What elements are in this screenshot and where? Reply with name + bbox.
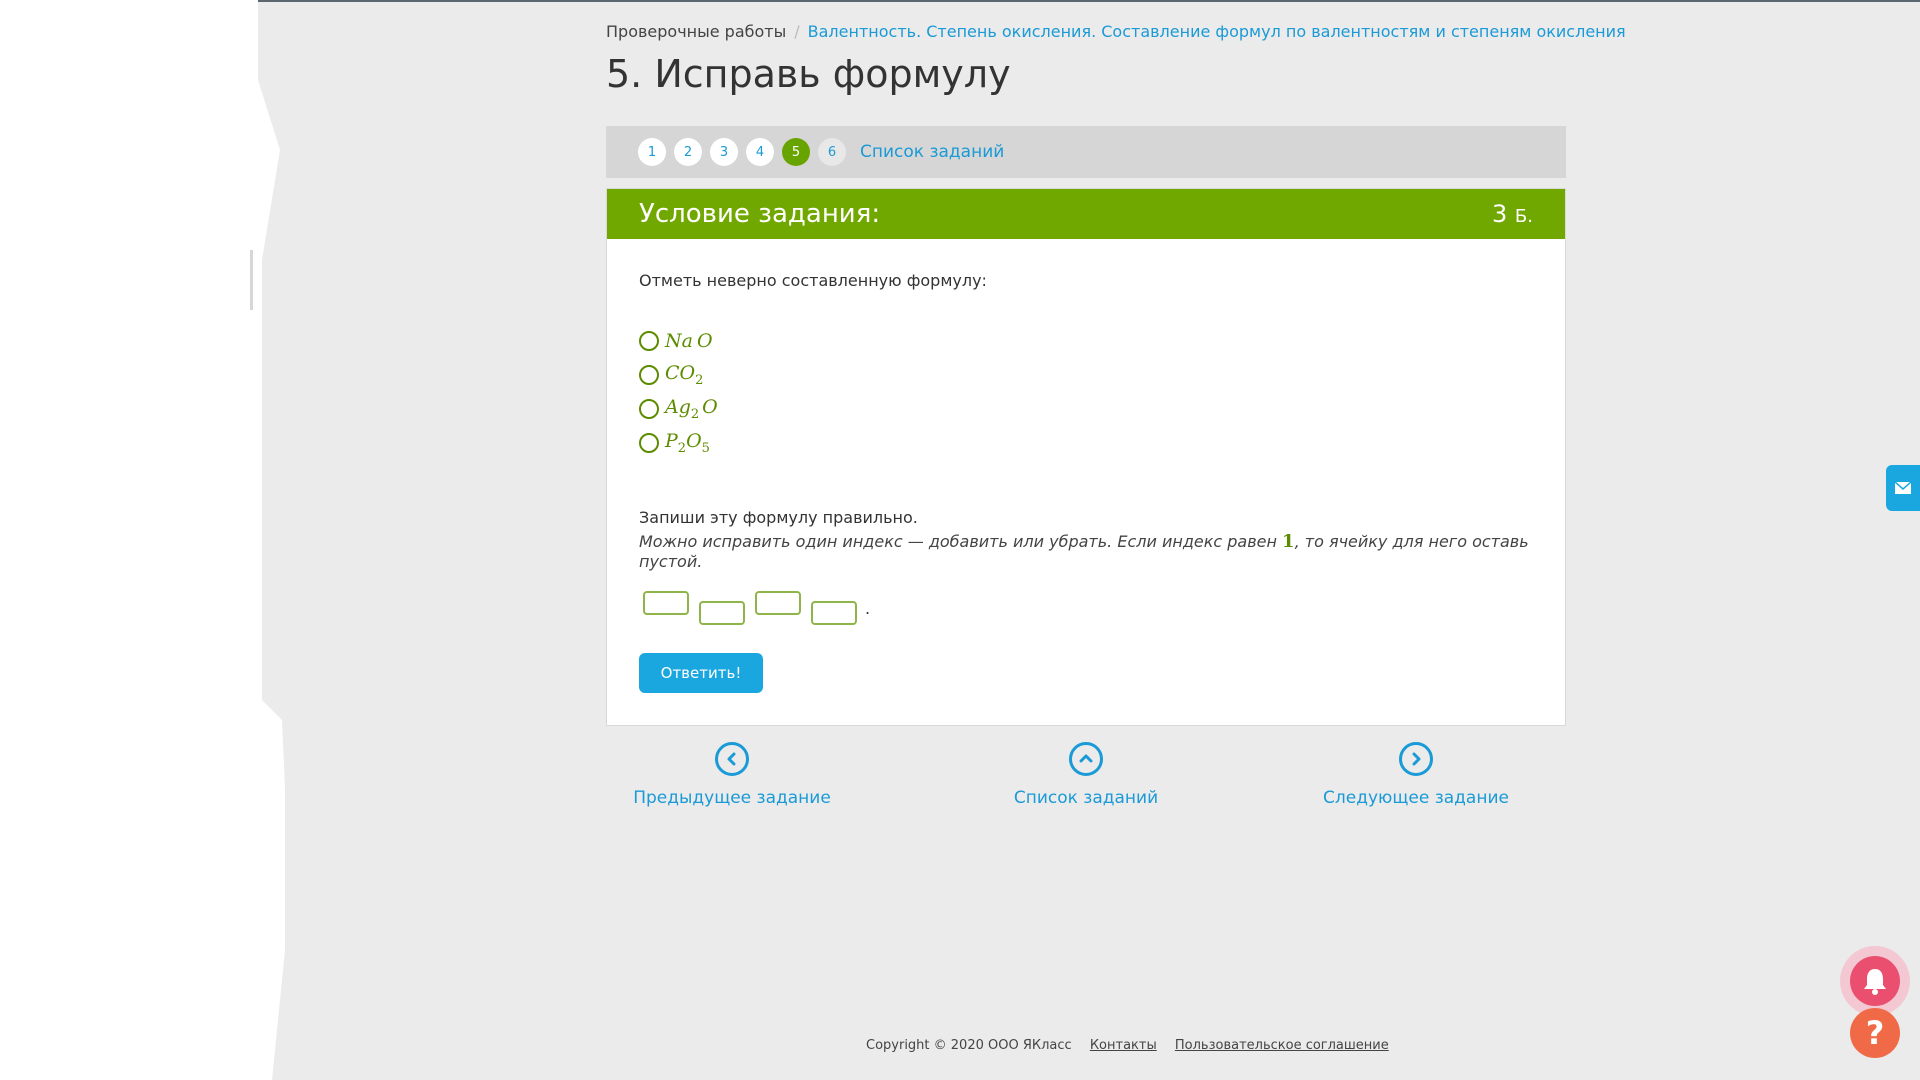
task-number-nav: 1 2 3 4 5 6 Список заданий <box>606 126 1566 178</box>
breadcrumb-current-link[interactable]: Валентность. Степень окисления. Составле… <box>808 22 1626 41</box>
formula-p2o5: P2O5 <box>665 430 710 456</box>
formula-part: O <box>696 330 713 352</box>
hint-one: 1 <box>1282 531 1295 552</box>
formula-co2: CO2 <box>665 362 703 388</box>
formula-nao: Na O <box>665 330 713 352</box>
task-number-1[interactable]: 1 <box>638 138 666 166</box>
main-container: Проверочные работы / Валентность. Степень … <box>606 20 1626 726</box>
option-ag2o[interactable]: Ag2 O <box>639 392 1533 426</box>
task-card-header: Условие задания: 3 Б. <box>607 189 1565 239</box>
task-score: 3 Б. <box>1492 200 1533 228</box>
answer-cell-symbol-1[interactable] <box>643 591 689 615</box>
score-unit: Б. <box>1514 206 1533 227</box>
agreement-link[interactable]: Пользовательское соглашение <box>1175 1038 1389 1053</box>
task-number-2[interactable]: 2 <box>674 138 702 166</box>
prev-task-label[interactable]: Предыдущее задание <box>612 788 852 808</box>
answer-cell-index-1[interactable] <box>699 601 745 625</box>
white-overlay-area <box>0 0 285 1080</box>
radio-button[interactable] <box>639 331 659 351</box>
prev-task-link[interactable]: Предыдущее задание <box>612 742 852 808</box>
help-button[interactable]: ? <box>1850 1008 1900 1058</box>
mail-side-button[interactable] <box>1886 465 1920 511</box>
task-list-bottom-link[interactable]: Список заданий <box>966 742 1206 808</box>
task-number-4[interactable]: 4 <box>746 138 774 166</box>
formula-index: 5 <box>701 440 710 456</box>
notification-button[interactable] <box>1850 956 1900 1006</box>
contacts-link[interactable]: Контакты <box>1090 1038 1157 1053</box>
formula-part: O <box>702 396 718 419</box>
option-co2[interactable]: CO2 <box>639 358 1533 392</box>
task-list-link[interactable]: Список заданий <box>860 142 1004 162</box>
radio-button[interactable] <box>639 399 659 419</box>
hint-before: Можно исправить один индекс — добавить и… <box>639 532 1283 551</box>
option-nao[interactable]: Na O <box>639 324 1533 358</box>
formula-index: 2 <box>677 440 687 456</box>
copyright-text: Copyright © 2020 ООО ЯКласс <box>866 1038 1072 1053</box>
answer-cell-symbol-2[interactable] <box>755 591 801 615</box>
page-title: 5. Исправь формулу <box>606 52 1011 96</box>
radio-button[interactable] <box>639 433 659 453</box>
next-task-label[interactable]: Следующее задание <box>1296 788 1536 808</box>
chevron-right-icon[interactable] <box>1399 742 1433 776</box>
formula-index: 2 <box>690 406 700 422</box>
formula-part: O <box>686 430 702 453</box>
formula-index: 2 <box>695 372 704 388</box>
task-card: Условие задания: 3 Б. Отметь неверно сос… <box>606 188 1566 726</box>
next-task-link[interactable]: Следующее задание <box>1296 742 1536 808</box>
formula-part: CO <box>665 362 696 385</box>
breadcrumb-separator: / <box>794 22 800 41</box>
task-list-bottom-label[interactable]: Список заданий <box>966 788 1206 808</box>
footer: Copyright © 2020 ООО ЯКласс Контакты Пол… <box>866 1038 1389 1053</box>
formula-part: Na <box>665 330 693 352</box>
formula-ag2o: Ag2 O <box>665 396 718 422</box>
formula-part: Ag <box>665 396 691 419</box>
task-number-3[interactable]: 3 <box>710 138 738 166</box>
notification-button-halo <box>1840 946 1910 1016</box>
answer-period: . <box>865 599 871 618</box>
question-icon: ? <box>1865 1014 1885 1052</box>
mail-icon <box>1895 482 1911 494</box>
answer-row: . <box>639 591 1533 637</box>
task-condition-title: Условие задания: <box>639 199 881 229</box>
task-card-body: Отметь неверно составленную формулу: Na O… <box>607 239 1565 725</box>
hint-text: Можно исправить один индекс — добавить и… <box>639 531 1533 571</box>
breadcrumb: Проверочные работы / Валентность. Степень … <box>606 20 1626 44</box>
task-instruction: Отметь неверно составленную формулу: <box>639 271 987 290</box>
chevron-left-icon[interactable] <box>715 742 749 776</box>
overlay-edge <box>250 250 253 310</box>
score-value: 3 <box>1492 200 1508 228</box>
bell-icon <box>1864 969 1886 995</box>
option-p2o5[interactable]: P2O5 <box>639 426 1533 460</box>
submit-button[interactable]: Ответить! <box>639 653 763 693</box>
breadcrumb-root[interactable]: Проверочные работы <box>606 22 786 41</box>
radio-button[interactable] <box>639 365 659 385</box>
task-number-5-active[interactable]: 5 <box>782 138 810 166</box>
formula-part: P <box>665 430 678 453</box>
chevron-up-icon[interactable] <box>1069 742 1103 776</box>
bottom-navigation: Предыдущее задание Список заданий Следую… <box>606 742 1566 812</box>
write-prompt: Запиши эту формулу правильно. <box>639 508 918 527</box>
answer-cell-index-2[interactable] <box>811 601 857 625</box>
top-border <box>0 0 1920 2</box>
task-number-6[interactable]: 6 <box>818 138 846 166</box>
